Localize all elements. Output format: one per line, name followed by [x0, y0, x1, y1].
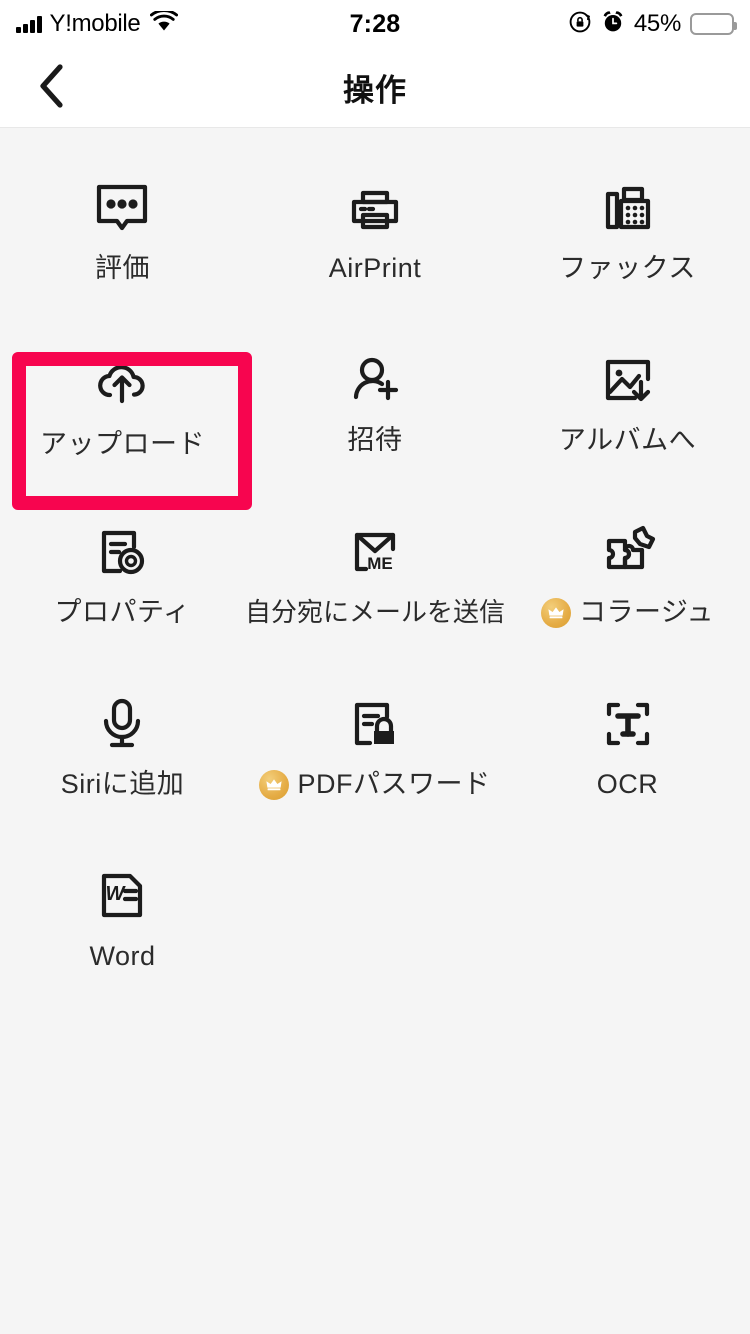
battery-icon — [690, 13, 737, 35]
action-cell-label: ファックス — [559, 253, 696, 284]
battery-percent-label: 45% — [633, 10, 681, 37]
action-cell-comment-dots[interactable]: 評価 — [0, 170, 245, 342]
action-cell-label: 自分宛にメールを送信 — [245, 598, 505, 627]
action-cell-label: Word — [89, 941, 156, 972]
action-cell-image-download[interactable]: アルバムへ — [505, 342, 750, 514]
text-scan-icon — [597, 686, 659, 762]
premium-crown-icon — [259, 770, 290, 800]
rotation-lock-icon — [568, 10, 592, 39]
action-cell-label: OCR — [596, 769, 659, 800]
comment-dots-icon — [91, 170, 153, 246]
action-cell-label-text: Siriに追加 — [60, 769, 185, 799]
action-cell-printer[interactable]: AirPrint — [245, 170, 505, 342]
printer-icon — [344, 170, 406, 246]
action-cell-label-text: OCR — [596, 769, 659, 799]
action-cell-document-gear[interactable]: プロパティ — [0, 514, 245, 686]
action-grid: 評価 AirPrint ファックスアップロード 招待 アルバムへプロパティ ME 自分宛にメ… — [0, 128, 750, 1030]
microphone-icon — [91, 686, 153, 762]
action-cell-document-lock[interactable]: PDFパスワード — [245, 686, 505, 858]
premium-crown-icon — [540, 598, 571, 628]
status-bar: Y!mobile 7:28 45% — [0, 0, 750, 48]
action-cell-label-text: 自分宛にメールを送信 — [244, 597, 505, 627]
action-cell-label-text: プロパティ — [54, 597, 191, 627]
envelope-me-icon: ME — [344, 514, 406, 590]
action-cell-label: コラージュ — [540, 597, 715, 628]
back-button[interactable] — [22, 48, 80, 128]
status-bar-right: 45% — [568, 0, 737, 48]
navigation-bar: 操作 — [0, 48, 750, 128]
action-cell-label-text: AirPrint — [328, 253, 422, 283]
action-cell-label: プロパティ — [54, 597, 191, 628]
action-cell-label: アップロード — [39, 429, 205, 460]
person-add-icon — [344, 342, 406, 418]
chevron-left-icon — [36, 62, 66, 115]
action-cell-microphone[interactable]: Siriに追加 — [0, 686, 245, 858]
action-cell-label-text: アルバムへ — [558, 425, 697, 455]
action-cell-puzzle-collage[interactable]: コラージュ — [505, 514, 750, 686]
svg-text:ME: ME — [367, 554, 393, 573]
svg-text:W: W — [106, 883, 127, 905]
document-lock-icon — [344, 686, 406, 762]
page-title: 操作 — [343, 73, 407, 108]
action-cell-label: Siriに追加 — [60, 769, 185, 800]
action-cell-person-add[interactable]: 招待 — [245, 342, 505, 514]
action-cell-cloud-upload[interactable]: アップロード — [0, 342, 252, 514]
action-cell-label-text: アップロード — [39, 429, 205, 459]
action-cell-fax-machine[interactable]: ファックス — [505, 170, 750, 342]
action-cell-label-text: コラージュ — [578, 597, 715, 628]
action-cell-label-text: Word — [89, 941, 156, 971]
action-cell-label-text: 招待 — [347, 425, 403, 455]
fax-machine-icon — [597, 170, 659, 246]
action-cell-label-text: PDFパスワード — [297, 769, 491, 800]
action-cell-text-scan[interactable]: OCR — [505, 686, 750, 858]
action-cell-label: アルバムへ — [558, 425, 697, 456]
puzzle-collage-icon — [597, 514, 659, 590]
action-cell-label: 招待 — [347, 425, 403, 456]
cloud-upload-icon — [91, 346, 153, 422]
action-cell-label-text: 評価 — [94, 253, 150, 283]
alarm-clock-icon — [601, 10, 625, 39]
image-download-icon — [597, 342, 659, 418]
action-cell-label-text: ファックス — [559, 253, 696, 283]
document-gear-icon — [91, 514, 153, 590]
action-cell-label: 評価 — [94, 253, 150, 284]
action-cell-word-document[interactable]: W Word — [0, 858, 245, 1030]
word-document-icon: W — [91, 858, 153, 934]
action-cell-label: PDFパスワード — [259, 769, 491, 800]
action-cell-envelope-me[interactable]: ME 自分宛にメールを送信 — [245, 514, 505, 686]
action-cell-label: AirPrint — [328, 253, 422, 284]
